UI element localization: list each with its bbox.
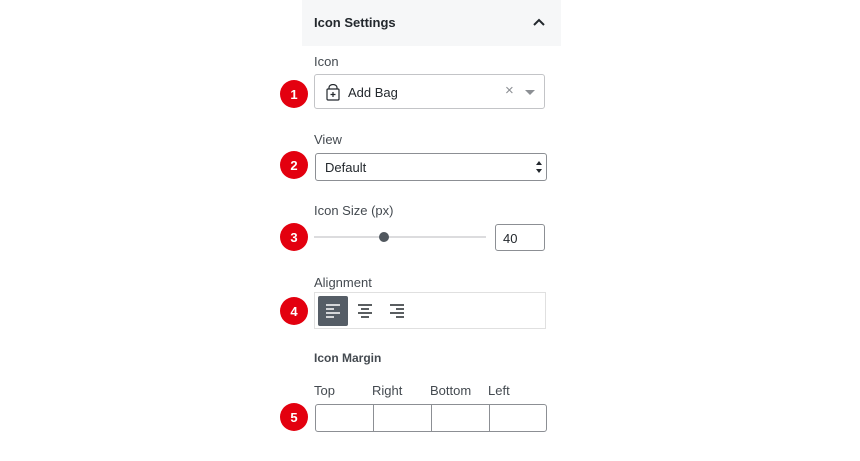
icon-picker-select[interactable]: Add Bag × <box>314 74 545 109</box>
icon-margin-title: Icon Margin <box>314 351 382 365</box>
icon-size-value: 40 <box>503 231 518 246</box>
icon-label: Icon <box>314 54 339 69</box>
alignment-label: Alignment <box>314 275 372 290</box>
alignment-button-group <box>314 292 546 329</box>
view-select-value: Default <box>325 160 367 175</box>
icon-size-slider[interactable] <box>314 236 486 238</box>
align-center-icon <box>358 304 372 318</box>
icon-size-slider-thumb[interactable] <box>379 232 389 242</box>
icon-margin-inputs <box>315 404 547 432</box>
icon-select-value: Add Bag <box>348 85 398 100</box>
align-left-icon <box>326 304 340 318</box>
view-label: View <box>314 132 342 147</box>
view-select[interactable]: Default <box>315 153 547 181</box>
panel-title: Icon Settings <box>314 15 396 30</box>
margin-right-label: Right <box>372 383 403 398</box>
align-left-button[interactable] <box>318 296 348 326</box>
align-center-button[interactable] <box>350 296 380 326</box>
icon-size-input[interactable]: 40 <box>495 224 545 251</box>
chevron-up-icon[interactable] <box>529 12 549 32</box>
step-badge-5: 5 <box>280 403 308 431</box>
clear-icon[interactable]: × <box>505 82 514 99</box>
margin-bottom-label: Bottom <box>430 383 472 398</box>
align-right-button[interactable] <box>382 296 412 326</box>
panel-header-icon-settings[interactable]: Icon Settings <box>302 0 561 46</box>
margin-bottom-input[interactable] <box>432 405 490 431</box>
icon-size-label: Icon Size (px) <box>314 203 394 218</box>
margin-top-label: Top <box>314 383 335 398</box>
step-badge-4: 4 <box>280 297 308 325</box>
margin-left-label: Left <box>488 383 510 398</box>
margin-right-input[interactable] <box>374 405 432 431</box>
add-bag-icon <box>326 84 340 101</box>
select-arrows-icon <box>536 161 542 173</box>
margin-top-input[interactable] <box>316 405 374 431</box>
margin-left-input[interactable] <box>490 405 546 431</box>
step-badge-1: 1 <box>280 80 308 108</box>
step-badge-2: 2 <box>280 151 308 179</box>
step-badge-3: 3 <box>280 223 308 251</box>
align-right-icon <box>390 304 404 318</box>
dropdown-caret-icon[interactable] <box>525 90 535 95</box>
